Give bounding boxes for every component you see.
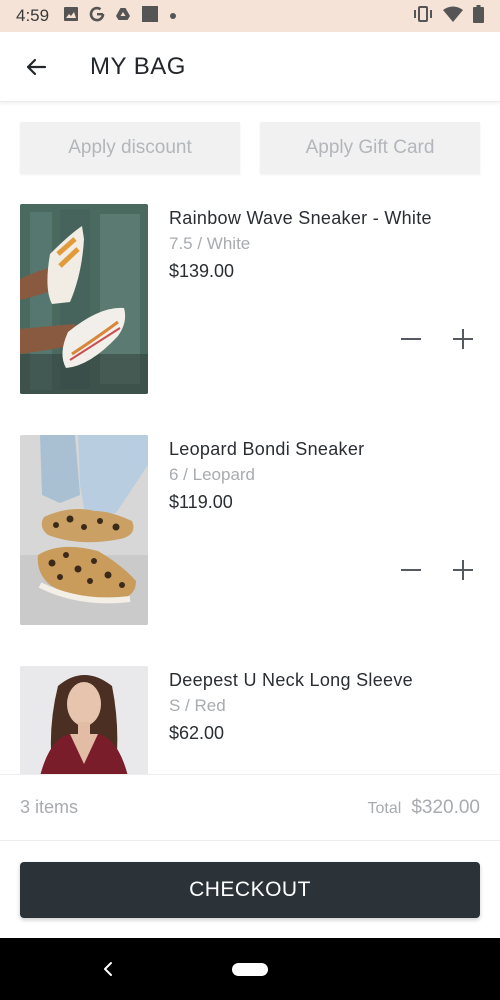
nav-home-button[interactable]	[232, 963, 268, 976]
increase-quantity-button[interactable]	[452, 328, 474, 350]
bag-actions: Apply discount Apply Gift Card	[20, 122, 480, 174]
app-header: MY BAG	[0, 32, 500, 102]
item-name[interactable]: Leopard Bondi Sneaker	[169, 437, 480, 461]
decrease-quantity-button[interactable]	[400, 559, 422, 581]
item-count: 3 items	[20, 797, 79, 817]
dot-icon	[169, 7, 177, 25]
bag-items-list[interactable]: Rainbow Wave Sneaker - White 7.5 / White…	[0, 204, 500, 774]
item-info: Deepest U Neck Long Sleeve S / Red $62.0…	[169, 668, 480, 745]
bag-item: Deepest U Neck Long Sleeve S / Red $62.0…	[0, 666, 500, 774]
item-variant: 6 / Leopard	[169, 465, 256, 484]
item-price: $139.00	[169, 261, 235, 281]
arrow-left-icon	[26, 58, 47, 75]
product-image[interactable]	[20, 204, 148, 394]
total-value: $320.00	[411, 796, 480, 818]
app-square-icon	[141, 5, 159, 28]
bag-summary: 3 items Total $320.00	[0, 774, 500, 841]
system-nav-bar	[0, 938, 500, 1000]
decrease-quantity-button[interactable]	[400, 328, 422, 350]
total-label: Total	[367, 799, 402, 817]
image-icon	[63, 6, 79, 27]
product-image[interactable]	[20, 666, 148, 774]
checkout-button[interactable]: CHECKOUT	[20, 862, 480, 918]
item-variant: S / Red	[169, 696, 226, 715]
status-icons-right	[413, 4, 484, 28]
total-group: Total $320.00	[368, 797, 480, 819]
status-icons-left	[63, 5, 177, 28]
item-info: Rainbow Wave Sneaker - White 7.5 / White…	[169, 206, 480, 283]
item-info: Leopard Bondi Sneaker 6 / Leopard $119.0…	[169, 437, 480, 514]
quantity-controls	[400, 328, 474, 350]
page-title: MY BAG	[90, 52, 186, 80]
item-price: $119.00	[169, 492, 233, 512]
item-name[interactable]: Rainbow Wave Sneaker - White	[169, 206, 480, 230]
nav-back-button[interactable]	[100, 960, 118, 978]
apply-discount-button[interactable]: Apply discount	[20, 122, 240, 174]
product-image[interactable]	[20, 435, 148, 625]
apply-gift-card-button[interactable]: Apply Gift Card	[260, 122, 480, 174]
minus-icon	[401, 338, 421, 340]
battery-icon	[473, 4, 484, 28]
item-variant: 7.5 / White	[169, 234, 251, 253]
item-price: $62.00	[169, 723, 225, 743]
drive-icon	[115, 6, 131, 27]
chevron-left-icon	[104, 962, 112, 976]
google-icon	[89, 6, 105, 27]
status-time: 4:59	[16, 6, 50, 25]
minus-icon	[401, 569, 421, 571]
wifi-icon	[443, 6, 463, 27]
item-name[interactable]: Deepest U Neck Long Sleeve	[169, 668, 480, 692]
quantity-controls	[400, 559, 474, 581]
vibrate-icon	[413, 5, 433, 27]
status-bar: 4:59	[0, 0, 500, 32]
bag-item: Rainbow Wave Sneaker - White 7.5 / White…	[0, 204, 500, 435]
increase-quantity-button[interactable]	[452, 559, 474, 581]
back-button[interactable]	[18, 49, 54, 85]
bag-item: Leopard Bondi Sneaker 6 / Leopard $119.0…	[0, 435, 500, 666]
